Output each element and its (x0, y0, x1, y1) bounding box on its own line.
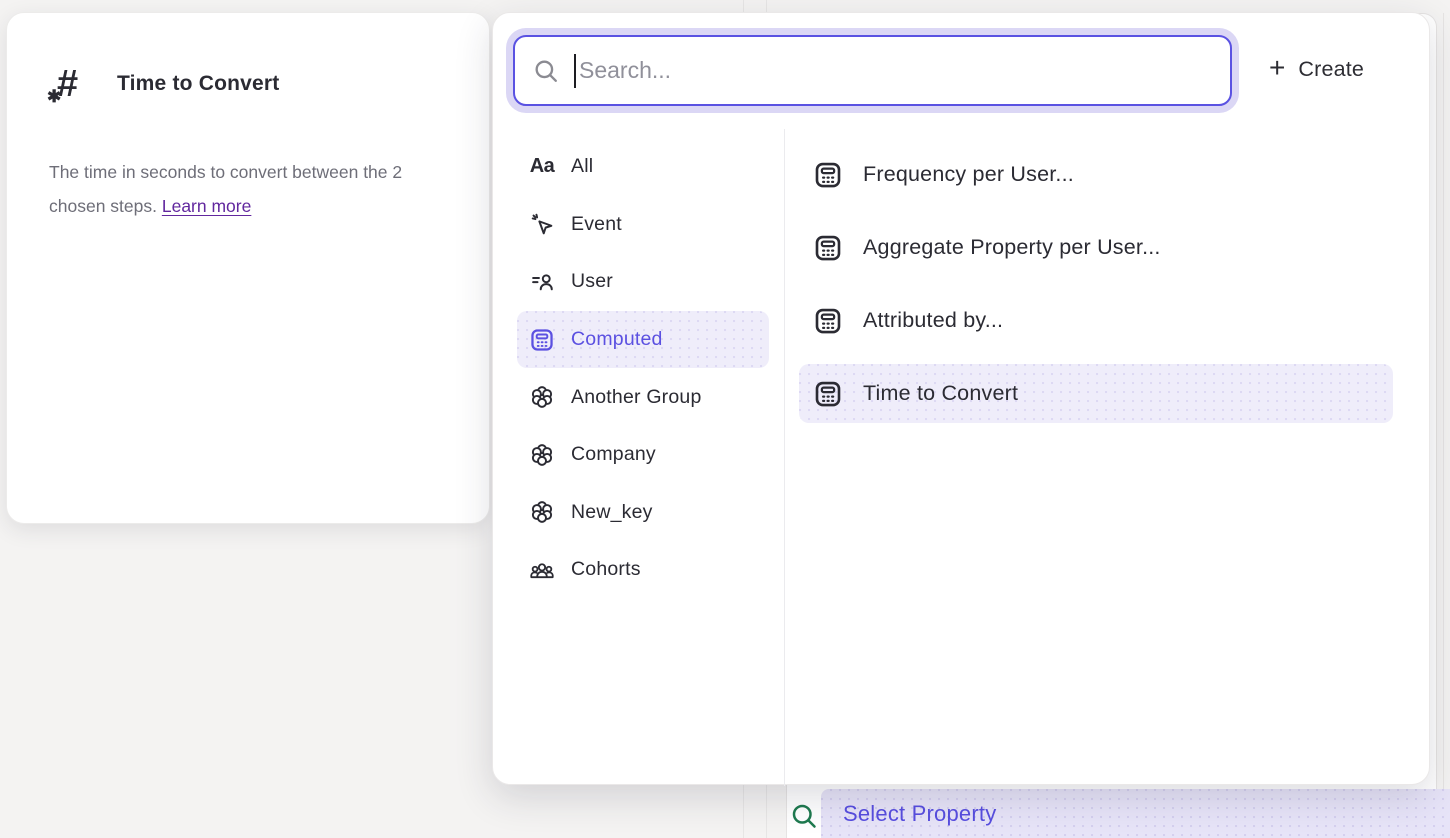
learn-more-link[interactable]: Learn more (162, 196, 252, 216)
tooltip-title: Time to Convert (117, 72, 279, 96)
result-item-aggregate-property-per-user[interactable]: Aggregate Property per User... (799, 218, 1393, 277)
sidebar-item-user[interactable]: User (517, 253, 769, 311)
sidebar-item-event[interactable]: Event (517, 196, 769, 254)
calculator-icon (529, 327, 555, 353)
sidebar-item-new-key[interactable]: New_key (517, 484, 769, 542)
sidebar-item-computed[interactable]: Computed (517, 311, 769, 369)
group-cluster-icon (529, 442, 555, 468)
group-cluster-icon (529, 499, 555, 525)
sidebar-item-another-group[interactable]: Another Group (517, 368, 769, 426)
sidebar-item-company[interactable]: Company (517, 426, 769, 484)
result-item-frequency-per-user[interactable]: Frequency per User... (799, 145, 1393, 204)
calculator-icon (813, 379, 843, 409)
create-button[interactable]: + Create (1269, 13, 1364, 125)
result-item-attributed-by[interactable]: Attributed by... (799, 291, 1393, 350)
tooltip-description: The time in seconds to convert between t… (49, 155, 449, 223)
select-property-button[interactable]: Select Property (821, 789, 1450, 838)
app-screen: Select Property # ✱ Time to Convert The … (0, 0, 1450, 838)
search-icon (789, 801, 819, 831)
user-icon (529, 269, 555, 295)
event-click-icon (529, 211, 555, 237)
calculator-icon (813, 160, 843, 190)
cohorts-icon (529, 557, 555, 583)
calculator-icon (813, 306, 843, 336)
sidebar-item-all[interactable]: Aa All (517, 138, 769, 196)
select-property-label: Select Property (843, 801, 996, 827)
sidebar-item-cohorts[interactable]: Cohorts (517, 541, 769, 599)
search-icon (532, 57, 560, 85)
search-field[interactable] (513, 35, 1232, 106)
property-tooltip-card: # ✱ Time to Convert The time in seconds … (6, 12, 490, 524)
results-list: Frequency per User... Aggregate Property… (799, 138, 1393, 430)
search-input[interactable] (579, 37, 1230, 104)
plus-icon: + (1269, 54, 1285, 82)
text-cursor (574, 54, 576, 88)
result-item-time-to-convert[interactable]: Time to Convert (799, 364, 1393, 423)
column-divider (784, 129, 785, 786)
group-cluster-icon (529, 384, 555, 410)
text-aa-icon: Aa (529, 154, 555, 180)
property-picker-dropdown: + Create Aa All Event User Computed (492, 12, 1430, 785)
background-edge-line (1443, 13, 1444, 838)
numeric-property-icon: # ✱ (47, 61, 93, 111)
search-focus-ring (506, 28, 1239, 113)
calculator-icon (813, 233, 843, 263)
category-sidebar: Aa All Event User Computed Another Group (517, 138, 769, 599)
